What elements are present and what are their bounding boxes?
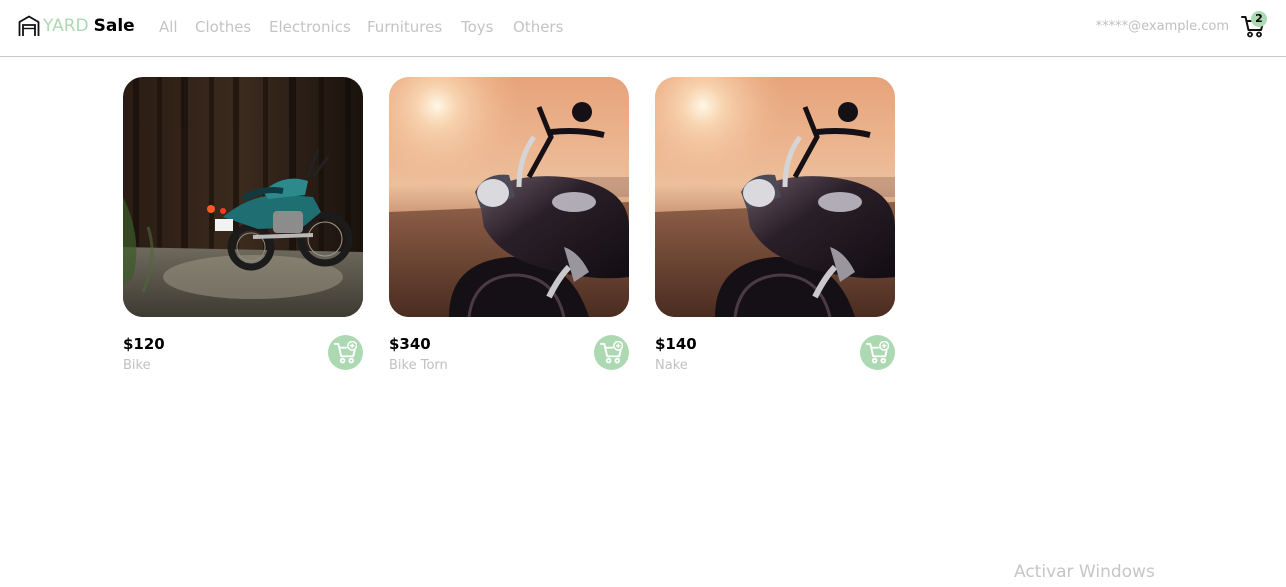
logo-text: YARD Sale	[43, 13, 135, 39]
nav-all[interactable]: All	[159, 17, 178, 37]
navbar: YARD Sale All Clothes Electronics Furnitu…	[0, 0, 1286, 57]
windows-activation-watermark: Activar Windows	[1014, 562, 1155, 582]
nav-electronics[interactable]: Electronics	[269, 17, 351, 37]
add-to-cart-icon	[866, 341, 889, 364]
logo-sale: Sale	[93, 16, 135, 36]
add-to-cart-button[interactable]	[328, 335, 363, 370]
nav-clothes[interactable]: Clothes	[195, 17, 251, 37]
add-to-cart-icon	[334, 341, 357, 364]
add-to-cart-icon	[600, 341, 623, 364]
product-image[interactable]	[123, 77, 363, 317]
nav-toys[interactable]: Toys	[461, 17, 493, 37]
shopping-cart-button[interactable]: 2	[1241, 11, 1267, 39]
logo-yard: YARD	[43, 16, 89, 36]
user-email[interactable]: *****@example.com	[1096, 18, 1229, 35]
add-to-cart-button[interactable]	[594, 335, 629, 370]
add-to-cart-button[interactable]	[860, 335, 895, 370]
product-price: $340	[389, 335, 431, 353]
product-name: Bike Torn	[389, 358, 448, 373]
nav-others[interactable]: Others	[513, 17, 563, 37]
product-card: $340 Bike Torn	[389, 77, 629, 377]
logo[interactable]: YARD Sale	[18, 13, 135, 39]
cart-count-badge: 2	[1251, 11, 1267, 27]
product-price: $120	[123, 335, 165, 353]
product-name: Bike	[123, 358, 151, 373]
product-price: $140	[655, 335, 697, 353]
product-card: $140 Nake	[655, 77, 895, 377]
product-image[interactable]	[389, 77, 629, 317]
nav-furnitures[interactable]: Furnitures	[367, 17, 442, 37]
store-icon	[18, 15, 40, 36]
product-card: $120 Bike	[123, 77, 363, 377]
product-image[interactable]	[655, 77, 895, 317]
product-name: Nake	[655, 358, 688, 373]
